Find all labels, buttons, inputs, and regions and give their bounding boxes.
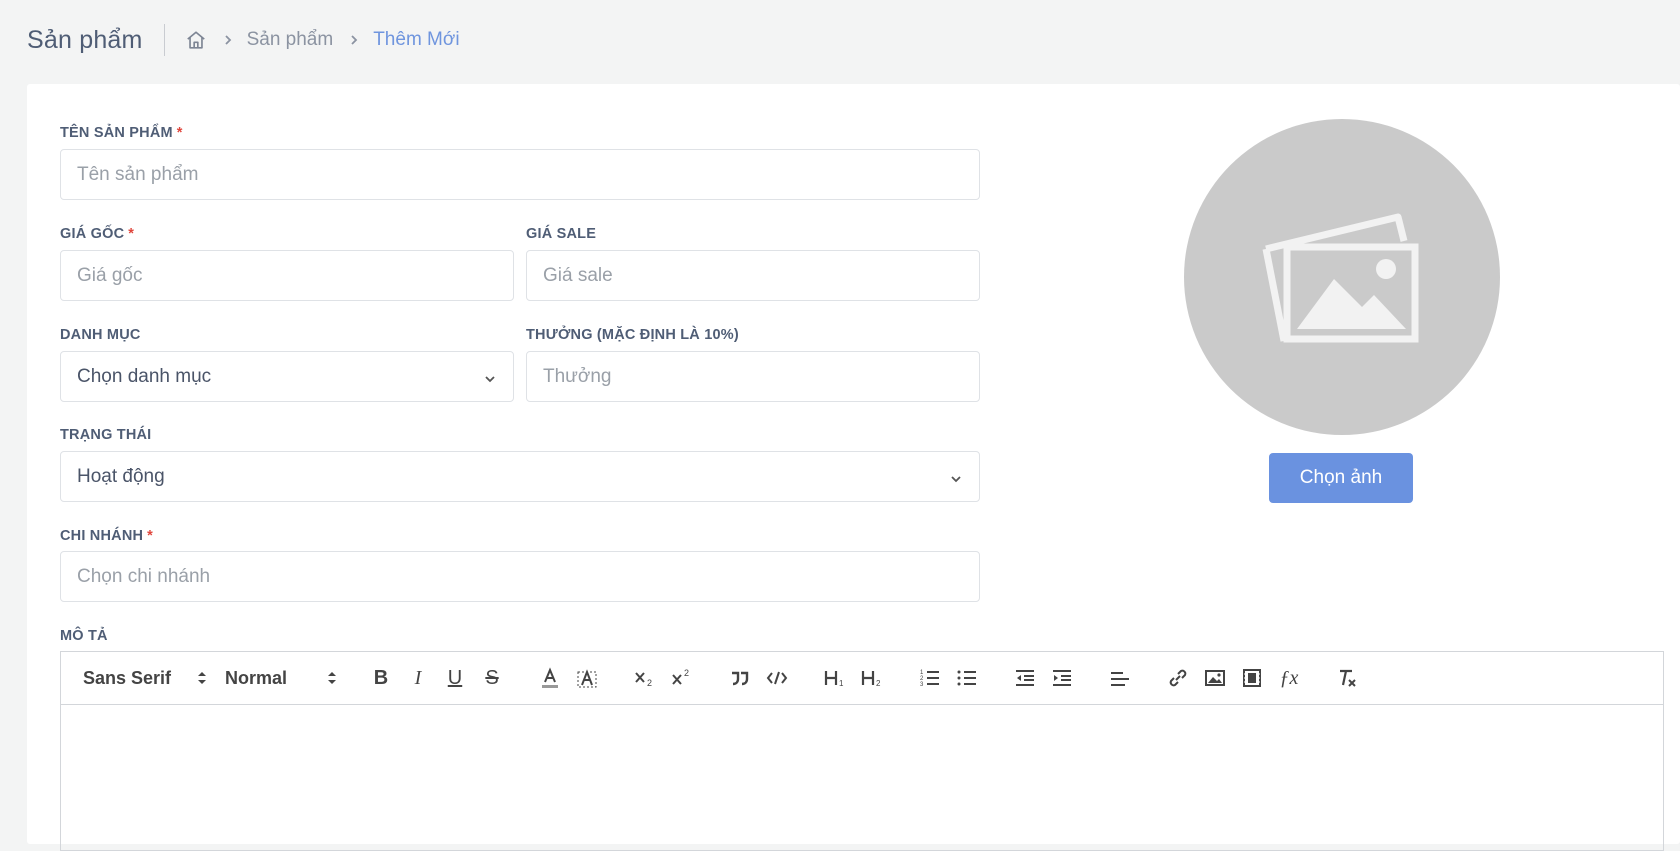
home-icon[interactable] xyxy=(185,29,207,51)
header-1-icon[interactable]: 1 xyxy=(821,664,849,692)
editor-content-area[interactable] xyxy=(61,705,1663,851)
image-icon[interactable] xyxy=(1201,664,1229,692)
branch-input[interactable]: Chọn chi nhánh xyxy=(60,551,980,602)
underline-icon[interactable]: U xyxy=(441,664,469,692)
updown-icon xyxy=(198,672,206,684)
status-selected-value: Hoạt động xyxy=(77,465,165,487)
text-color-icon[interactable] xyxy=(536,664,564,692)
choose-image-button[interactable]: Chọn ảnh xyxy=(1269,453,1413,503)
header-divider xyxy=(163,24,165,56)
clear-format-icon[interactable] xyxy=(1333,664,1361,692)
font-family-value: Sans Serif xyxy=(83,667,172,688)
description-label: MÔ TẢ xyxy=(60,628,108,644)
chevron-down-icon xyxy=(483,370,497,384)
original-price-placeholder: Giá gốc xyxy=(77,264,143,286)
font-family-picker[interactable]: Sans Serif xyxy=(83,668,207,689)
page-title: Sản phẩm xyxy=(27,25,143,54)
bonus-placeholder: Thưởng xyxy=(543,365,612,387)
ordered-list-icon[interactable]: 123 xyxy=(916,664,944,692)
align-left-icon[interactable] xyxy=(1106,664,1134,692)
description-editor: Sans Serif Normal B I U S 2 2 1 2 1 2 3 … xyxy=(60,651,1664,851)
sale-price-label: GIÁ SALE xyxy=(526,226,597,242)
formula-icon[interactable]: ƒx xyxy=(1275,664,1303,692)
page-header: Sản phẩm Sản phẩm Thêm Mới xyxy=(0,0,1680,80)
svg-text:2: 2 xyxy=(647,678,652,688)
product-name-input[interactable]: Tên sản phẩm xyxy=(60,149,980,200)
video-icon[interactable] xyxy=(1238,664,1266,692)
indent-icon[interactable] xyxy=(1048,664,1076,692)
svg-text:2: 2 xyxy=(876,679,881,688)
status-label: TRẠNG THÁI xyxy=(60,427,152,443)
original-price-label: GIÁ GỐC * xyxy=(60,226,135,242)
svg-text:1: 1 xyxy=(839,679,844,688)
product-form-card: TÊN SẢN PHẨM * Tên sản phẩm GIÁ GỐC * Giá … xyxy=(27,84,1680,851)
font-size-picker[interactable]: Normal xyxy=(225,668,337,689)
product-name-placeholder: Tên sản phẩm xyxy=(77,163,199,185)
product-name-label: TÊN SẢN PHẨM * xyxy=(60,125,183,141)
sale-price-input[interactable]: Giá sale xyxy=(526,250,980,301)
breadcrumb-current: Thêm Mới xyxy=(373,29,460,50)
editor-toolbar: Sans Serif Normal B I U S 2 2 1 2 1 2 3 … xyxy=(61,652,1663,705)
bonus-label: THƯỞNG (MẶC ĐỊNH LÀ 10%) xyxy=(526,327,739,343)
strikethrough-icon[interactable]: S xyxy=(478,664,506,692)
images-icon xyxy=(1262,213,1419,343)
category-selected-value: Chọn danh mục xyxy=(77,365,212,387)
blockquote-icon[interactable] xyxy=(726,664,754,692)
chevron-right-icon xyxy=(223,34,233,46)
superscript-icon[interactable]: 2 xyxy=(668,664,696,692)
italic-icon[interactable]: I xyxy=(404,664,432,692)
updown-icon xyxy=(328,672,336,684)
svg-text:3: 3 xyxy=(920,682,924,688)
category-label: DANH MỤC xyxy=(60,327,141,343)
branch-label: CHI NHÁNH * xyxy=(60,528,154,544)
svg-text:2: 2 xyxy=(684,668,689,678)
code-block-icon[interactable] xyxy=(763,664,791,692)
original-price-input[interactable]: Giá gốc xyxy=(60,250,514,301)
bonus-input[interactable]: Thưởng xyxy=(526,351,980,402)
font-size-value: Normal xyxy=(225,667,288,688)
product-image-preview xyxy=(1184,119,1500,435)
sale-price-placeholder: Giá sale xyxy=(543,264,613,286)
bullet-list-icon[interactable] xyxy=(953,664,981,692)
outdent-icon[interactable] xyxy=(1011,664,1039,692)
background-color-icon[interactable] xyxy=(573,664,601,692)
bold-icon[interactable]: B xyxy=(367,664,395,692)
chevron-down-icon xyxy=(949,470,963,484)
branch-placeholder: Chọn chi nhánh xyxy=(77,565,211,587)
header-2-icon[interactable]: 2 xyxy=(858,664,886,692)
category-select[interactable]: Chọn danh mục xyxy=(60,351,514,402)
breadcrumb: Sản phẩm Thêm Mới xyxy=(185,29,460,51)
status-select[interactable]: Hoạt động xyxy=(60,451,980,502)
link-icon[interactable] xyxy=(1164,664,1192,692)
breadcrumb-products-link[interactable]: Sản phẩm xyxy=(247,29,334,51)
chevron-right-icon xyxy=(349,34,359,46)
subscript-icon[interactable]: 2 xyxy=(631,664,659,692)
